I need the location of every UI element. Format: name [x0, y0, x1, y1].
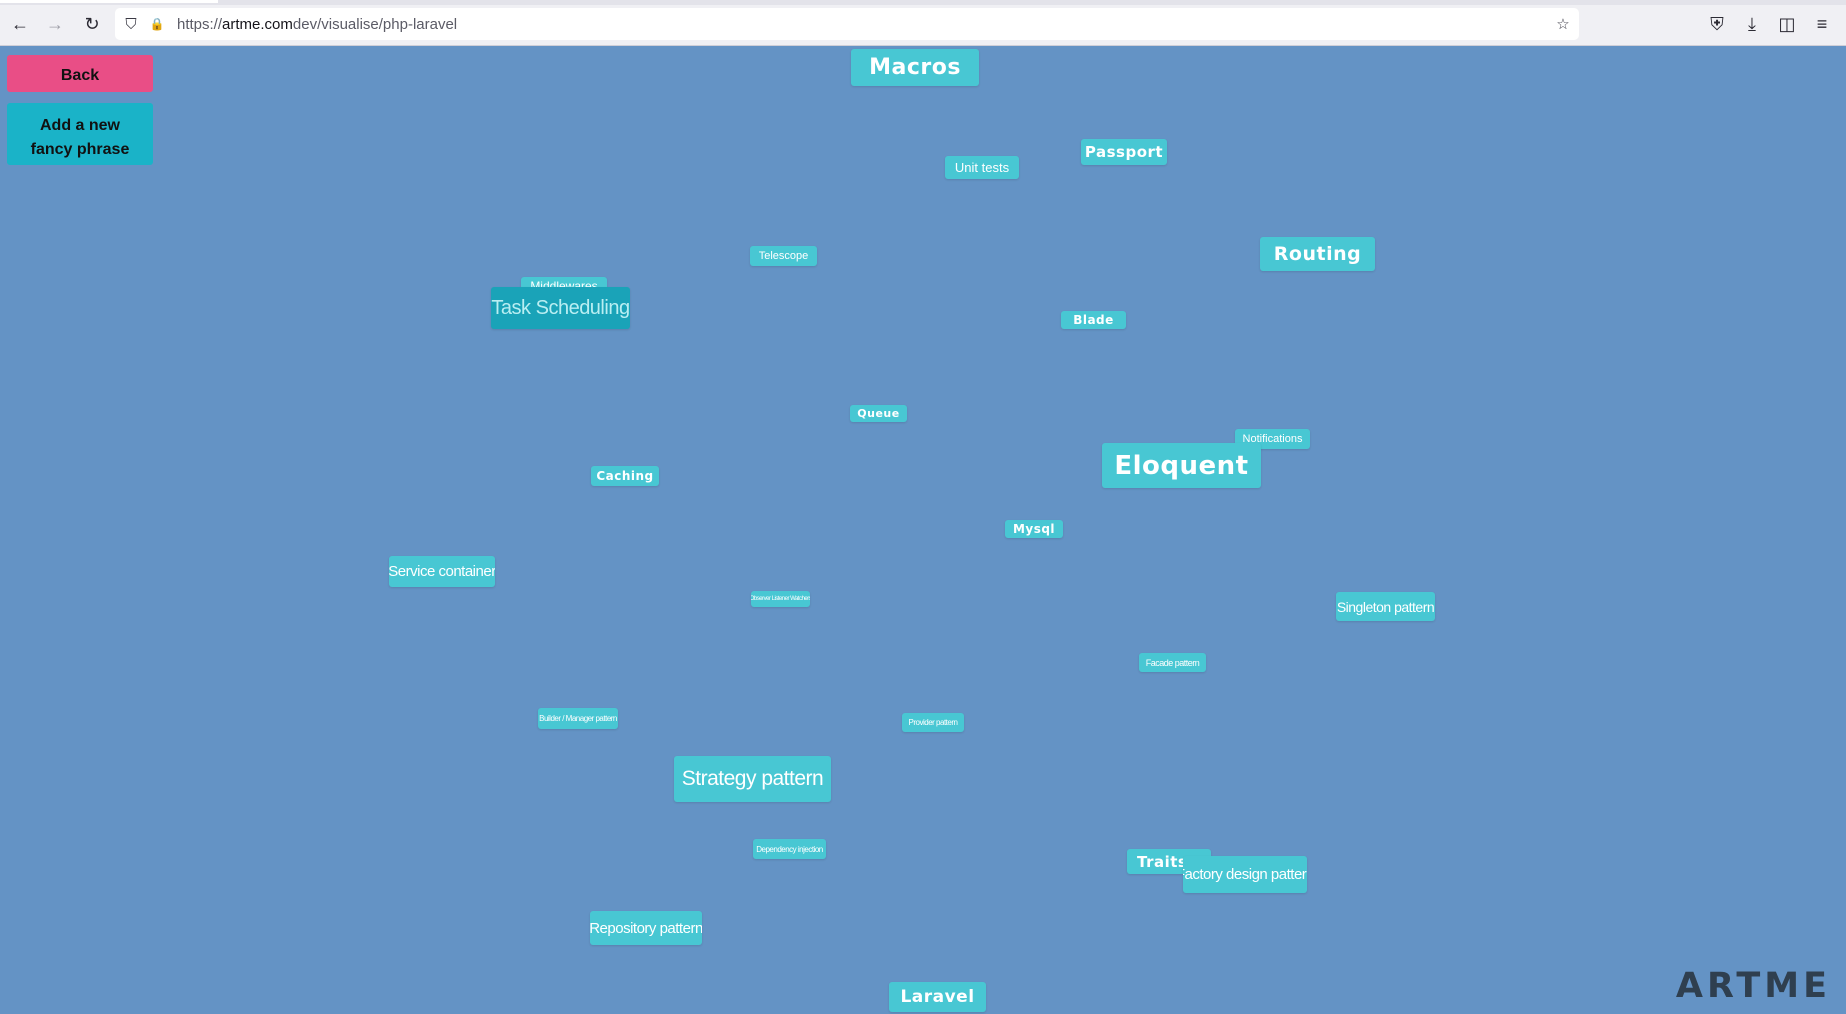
tag-macros[interactable]: Macros: [851, 49, 979, 86]
shield-icon[interactable]: ⛉: [121, 14, 141, 34]
download-icon[interactable]: ⤓: [1741, 13, 1763, 35]
tag-observer-listener-watchers[interactable]: Observer Listener Watchers: [751, 591, 810, 607]
tag-laravel[interactable]: Laravel: [889, 982, 986, 1012]
reload-icon[interactable]: ↻: [81, 13, 103, 35]
sidebar-icon[interactable]: ◫: [1776, 13, 1798, 35]
artme-logo: ARTME: [1675, 966, 1831, 1006]
menu-icon[interactable]: ≡: [1811, 13, 1833, 35]
tag-factory-design-pattern[interactable]: Factory design pattern: [1183, 856, 1307, 893]
tag-queue[interactable]: Queue: [850, 405, 907, 422]
pocket-icon[interactable]: ⛨: [1706, 13, 1728, 35]
tag-unit-tests[interactable]: Unit tests: [945, 156, 1019, 179]
add-phrase-button[interactable]: Add a new fancy phrase: [7, 103, 153, 165]
tag-singleton-pattern[interactable]: Singleton pattern: [1336, 592, 1435, 621]
back-button[interactable]: Back: [7, 55, 153, 92]
tag-routing[interactable]: Routing: [1260, 237, 1375, 271]
tag-passport[interactable]: Passport: [1081, 139, 1167, 165]
tab-strip: [0, 0, 1846, 5]
url-prefix: https://: [177, 15, 223, 33]
tag-strategy-pattern[interactable]: Strategy pattern: [674, 756, 831, 802]
toolbar-right: ⛨ ⤓ ◫ ≡: [1706, 13, 1846, 35]
address-bar[interactable]: ⛉ 🔒 https://artme.comdev/visualise/php-l…: [115, 8, 1579, 40]
tag-task-scheduling[interactable]: Task Scheduling: [491, 287, 630, 329]
lock-icon[interactable]: 🔒: [147, 14, 167, 34]
tag-repository-pattern[interactable]: Repository pattern: [590, 911, 702, 945]
tag-caching[interactable]: Caching: [591, 466, 659, 486]
tag-facade-pattern[interactable]: Facade pattern: [1139, 653, 1206, 672]
active-tab[interactable]: [0, 0, 218, 3]
back-arrow-icon[interactable]: ←: [9, 13, 31, 35]
url-text[interactable]: https://artme.comdev/visualise/php-larav…: [177, 16, 457, 33]
tag-mysql[interactable]: Mysql: [1005, 520, 1063, 538]
tag-blade[interactable]: Blade: [1061, 311, 1126, 329]
forward-arrow-icon[interactable]: →: [44, 13, 66, 35]
tag-eloquent[interactable]: Eloquent: [1102, 443, 1261, 488]
tag-dependency-injection[interactable]: Dependency injection: [753, 839, 826, 859]
browser-toolbar: ← → ↻ ⛉ 🔒 https://artme.comdev/visualise…: [0, 0, 1846, 46]
bookmark-star-icon[interactable]: ☆: [1553, 14, 1573, 34]
tag-telescope[interactable]: Telescope: [750, 246, 817, 266]
tag-provider-pattern[interactable]: Provider pattern: [902, 713, 964, 732]
tag-builder-manager-pattern[interactable]: Builder / Manager pattern: [538, 708, 618, 729]
tag-service-container[interactable]: Service container: [389, 556, 495, 587]
tag-cloud-canvas: Back Add a new fancy phrase Macros Passp…: [0, 46, 1846, 1014]
url-path: dev/visualise/php-laravel: [292, 15, 458, 33]
url-host: artme.com: [222, 15, 293, 33]
